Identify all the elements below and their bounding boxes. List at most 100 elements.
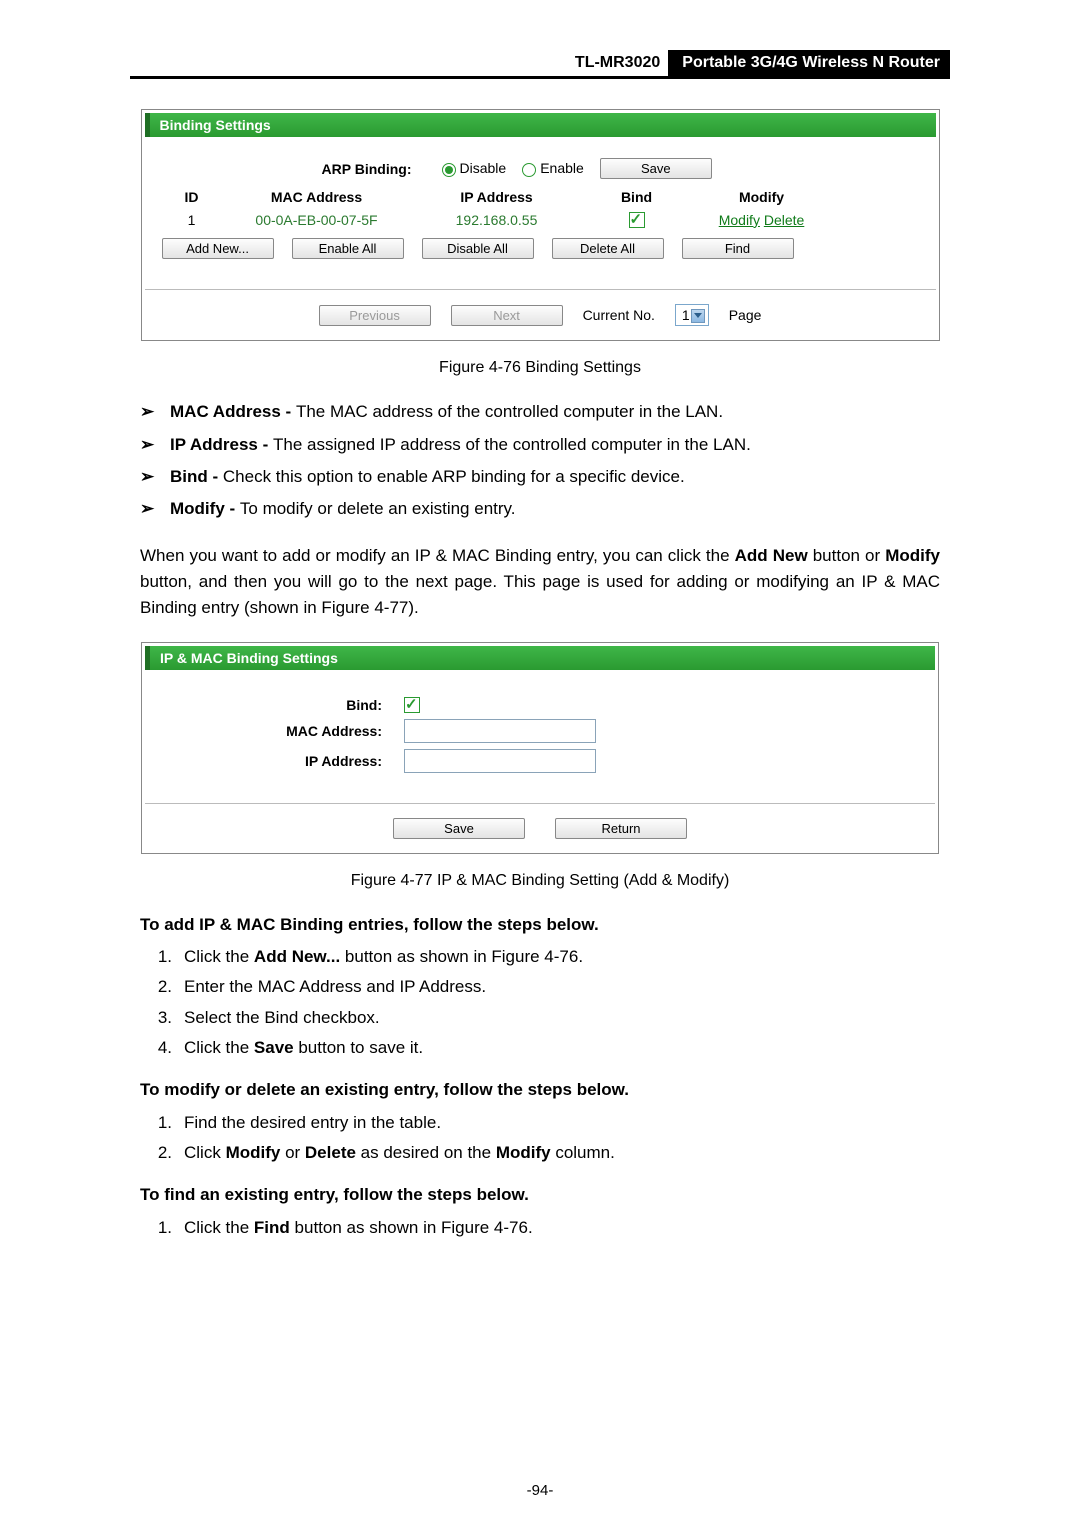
- paragraph: When you want to add or modify an IP & M…: [140, 543, 940, 622]
- list-item: 2.Click Modify or Delete as desired on t…: [140, 1140, 940, 1166]
- table-row: 1 00-0A-EB-00-07-5F 192.168.0.55 Modify …: [162, 211, 919, 228]
- binding-settings-panel: Binding Settings ARP Binding: Disable En…: [141, 109, 940, 341]
- bullet-item: ➢Bind - Check this option to enable ARP …: [140, 464, 940, 490]
- ip-address-label: IP Address:: [162, 753, 404, 769]
- figure-caption-2: Figure 4-77 IP & MAC Binding Setting (Ad…: [0, 872, 1080, 890]
- cell-ip: 192.168.0.55: [412, 212, 582, 228]
- col-bind: Bind: [582, 189, 692, 205]
- heading-add: To add IP & MAC Binding entries, follow …: [140, 912, 940, 938]
- list-number: 2.: [140, 974, 184, 1000]
- bind-label: Bind:: [162, 697, 404, 713]
- list-item: 2.Enter the MAC Address and IP Address.: [140, 974, 940, 1000]
- list-number: 2.: [140, 1140, 184, 1166]
- header-product: Portable 3G/4G Wireless N Router: [668, 50, 950, 76]
- arrow-icon: ➢: [140, 399, 170, 425]
- ip-address-input[interactable]: [404, 749, 596, 773]
- add-new-button[interactable]: Add New...: [162, 238, 274, 259]
- save-button-2[interactable]: Save: [393, 818, 525, 839]
- bullet-text: Check this option to enable ARP binding …: [223, 467, 685, 486]
- step-text: as desired on the: [356, 1143, 496, 1162]
- step-bold: Delete: [305, 1143, 356, 1162]
- arrow-icon: ➢: [140, 464, 170, 490]
- step-text: Select the Bind checkbox.: [184, 1008, 380, 1027]
- bullet-item: ➢Modify - To modify or delete an existin…: [140, 496, 940, 522]
- next-button[interactable]: Next: [451, 305, 563, 326]
- cell-bind: [582, 211, 692, 228]
- radio-enable-label: Enable: [540, 160, 584, 176]
- radio-disable-label: Disable: [460, 160, 507, 176]
- bullet-bold: MAC Address -: [170, 402, 296, 421]
- disable-all-button[interactable]: Disable All: [422, 238, 534, 259]
- step-text: Click the: [184, 947, 254, 966]
- doc-header: TL-MR3020Portable 3G/4G Wireless N Route…: [130, 50, 950, 79]
- mac-address-input[interactable]: [404, 719, 596, 743]
- current-no-label: Current No.: [583, 307, 655, 323]
- heading-modify: To modify or delete an existing entry, f…: [140, 1077, 940, 1103]
- step-text: Click the: [184, 1038, 254, 1057]
- delete-all-button[interactable]: Delete All: [552, 238, 664, 259]
- list-number: 3.: [140, 1005, 184, 1031]
- bullet-item: ➢MAC Address - The MAC address of the co…: [140, 399, 940, 425]
- panel-title: Binding Settings: [145, 113, 936, 137]
- table-header: ID MAC Address IP Address Bind Modify: [162, 189, 919, 205]
- radio-disable[interactable]: Disable: [442, 160, 507, 176]
- para-bold: Modify: [885, 546, 940, 565]
- heading-find: To find an existing entry, follow the st…: [140, 1182, 940, 1208]
- step-bold: Find: [254, 1218, 290, 1237]
- step-text: or: [280, 1143, 305, 1162]
- step-text: Click: [184, 1143, 226, 1162]
- page-select[interactable]: 1: [675, 304, 709, 326]
- find-button[interactable]: Find: [682, 238, 794, 259]
- bullet-text: To modify or delete an existing entry.: [240, 499, 516, 518]
- bullet-text: The MAC address of the controlled comput…: [296, 402, 723, 421]
- list-number: 1.: [140, 1110, 184, 1136]
- arp-binding-label: ARP Binding:: [162, 161, 442, 177]
- col-id: ID: [162, 189, 222, 205]
- bullet-bold: Modify -: [170, 499, 240, 518]
- bullet-bold: IP Address -: [170, 435, 273, 454]
- radio-enable[interactable]: Enable: [522, 160, 584, 176]
- bind-checkbox[interactable]: [404, 697, 420, 713]
- step-bold: Save: [254, 1038, 294, 1057]
- step-bold: Modify: [496, 1143, 551, 1162]
- delete-link[interactable]: Delete: [764, 212, 804, 228]
- chevron-down-icon: [694, 313, 702, 318]
- radio-dot-selected-icon: [442, 163, 456, 177]
- bullet-text: The assigned IP address of the controlle…: [273, 435, 751, 454]
- col-mod: Modify: [692, 189, 832, 205]
- enable-all-button[interactable]: Enable All: [292, 238, 404, 259]
- arrow-icon: ➢: [140, 432, 170, 458]
- list-item: 1.Find the desired entry in the table.: [140, 1110, 940, 1136]
- save-button[interactable]: Save: [600, 158, 712, 179]
- modify-link[interactable]: Modify: [719, 212, 760, 228]
- previous-button[interactable]: Previous: [319, 305, 431, 326]
- list-number: 1.: [140, 944, 184, 970]
- step-bold: Add New...: [254, 947, 340, 966]
- step-bold: Modify: [226, 1143, 281, 1162]
- check-icon[interactable]: [629, 212, 645, 228]
- bullet-bold: Bind -: [170, 467, 223, 486]
- step-text: Click the: [184, 1218, 254, 1237]
- list-item: 1.Click the Add New... button as shown i…: [140, 944, 940, 970]
- list-number: 1.: [140, 1215, 184, 1241]
- bullet-item: ➢IP Address - The assigned IP address of…: [140, 432, 940, 458]
- list-number: 4.: [140, 1035, 184, 1061]
- step-text: button as shown in Figure 4-76.: [340, 947, 583, 966]
- cell-mac: 00-0A-EB-00-07-5F: [222, 212, 412, 228]
- ip-mac-binding-panel: IP & MAC Binding Settings Bind: MAC Addr…: [141, 642, 939, 854]
- page-select-value: 1: [682, 307, 690, 323]
- cell-id: 1: [162, 212, 222, 228]
- panel-title-2: IP & MAC Binding Settings: [145, 646, 935, 670]
- step-text: column.: [551, 1143, 615, 1162]
- step-text: button to save it.: [294, 1038, 423, 1057]
- col-mac: MAC Address: [222, 189, 412, 205]
- col-ip: IP Address: [412, 189, 582, 205]
- return-button[interactable]: Return: [555, 818, 687, 839]
- figure-caption-1: Figure 4-76 Binding Settings: [0, 359, 1080, 377]
- step-text: Find the desired entry in the table.: [184, 1113, 441, 1132]
- pager: Previous Next Current No. 1 Page: [145, 289, 936, 340]
- para-seg: button or: [808, 546, 886, 565]
- para-bold: Add New: [735, 546, 808, 565]
- step-text: button as shown in Figure 4-76.: [290, 1218, 533, 1237]
- cell-modify: Modify Delete: [692, 212, 832, 228]
